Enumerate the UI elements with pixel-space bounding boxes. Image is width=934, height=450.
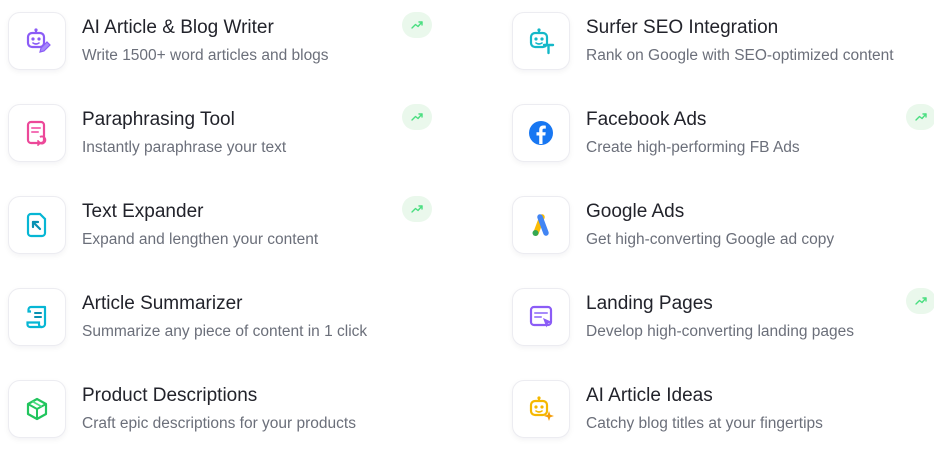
- scroll-icon-box: [8, 288, 66, 346]
- google-ads-icon: [532, 214, 549, 236]
- trending-up-icon: [411, 21, 423, 29]
- facebook-icon: [529, 121, 553, 145]
- trending-badge: [402, 104, 432, 130]
- tool-description: Write 1500+ word articles and blogs: [82, 47, 329, 64]
- robot-text-icon-box: [512, 12, 570, 70]
- tool-title: Product Descriptions: [82, 385, 258, 406]
- tool-paraphrasing-tool[interactable]: Paraphrasing Tool Instantly paraphrase y…: [0, 104, 432, 174]
- paraphrase-doc-icon-box: [8, 104, 66, 162]
- tool-surfer-seo-integration[interactable]: Surfer SEO Integration Rank on Google wi…: [504, 12, 934, 82]
- scroll-icon: [26, 305, 47, 329]
- tool-title: Google Ads: [586, 201, 685, 222]
- box-icon: [26, 397, 48, 421]
- tool-description: Create high-performing FB Ads: [586, 139, 800, 156]
- tool-google-ads[interactable]: Google Ads Get high-converting Google ad…: [504, 196, 934, 266]
- tool-description: Develop high-converting landing pages: [586, 323, 854, 340]
- tool-title: Paraphrasing Tool: [82, 109, 235, 130]
- tool-description: Rank on Google with SEO-optimized conten…: [586, 47, 894, 64]
- facebook-icon-box: [512, 104, 570, 162]
- trending-badge: [906, 288, 934, 314]
- box-icon-box: [8, 380, 66, 438]
- tool-description: Craft epic descriptions for your product…: [82, 415, 356, 432]
- tool-title: AI Article Ideas: [586, 385, 713, 406]
- expand-doc-icon-box: [8, 196, 66, 254]
- expand-doc-icon: [26, 212, 47, 238]
- robot-pen-icon-box: [8, 12, 66, 70]
- trending-up-icon: [411, 113, 423, 121]
- tools-grid: AI Article & Blog Writer Write 1500+ wor…: [0, 0, 934, 438]
- trending-badge: [906, 104, 934, 130]
- tool-title: Text Expander: [82, 201, 204, 222]
- trending-badge: [402, 196, 432, 222]
- paraphrase-doc-icon: [26, 120, 47, 146]
- tool-article-summarizer[interactable]: Article Summarizer Summarize any piece o…: [0, 288, 430, 358]
- tool-title: Surfer SEO Integration: [586, 17, 779, 38]
- tool-ai-article-ideas[interactable]: AI Article Ideas Catchy blog titles at y…: [504, 380, 934, 450]
- tool-description: Catchy blog titles at your fingertips: [586, 415, 823, 432]
- landing-page-icon-box: [512, 288, 570, 346]
- tool-landing-pages[interactable]: Landing Pages Develop high-converting la…: [504, 288, 934, 358]
- tool-title: Article Summarizer: [82, 293, 243, 314]
- tool-title: AI Article & Blog Writer: [82, 17, 274, 38]
- tool-description: Summarize any piece of content in 1 clic…: [82, 323, 368, 340]
- robot-idea-icon: [529, 396, 554, 421]
- tool-title: Facebook Ads: [586, 109, 707, 130]
- tool-description: Expand and lengthen your content: [82, 231, 319, 248]
- tool-ai-article-blog-writer[interactable]: AI Article & Blog Writer Write 1500+ wor…: [0, 12, 432, 82]
- tool-text-expander[interactable]: Text Expander Expand and lengthen your c…: [0, 196, 432, 266]
- tool-facebook-ads[interactable]: Facebook Ads Create high-performing FB A…: [504, 104, 934, 174]
- tool-title: Landing Pages: [586, 293, 713, 314]
- robot-pen-icon: [26, 28, 51, 53]
- tool-product-descriptions[interactable]: Product Descriptions Craft epic descript…: [0, 380, 430, 450]
- trending-up-icon: [915, 297, 927, 305]
- tool-description: Instantly paraphrase your text: [82, 139, 287, 156]
- google-ads-icon-box: [512, 196, 570, 254]
- robot-text-icon: [529, 28, 555, 55]
- trending-up-icon: [915, 113, 927, 121]
- landing-page-icon: [529, 305, 553, 328]
- tool-description: Get high-converting Google ad copy: [586, 231, 835, 248]
- trending-badge: [402, 12, 432, 38]
- trending-up-icon: [411, 205, 423, 213]
- robot-idea-icon-box: [512, 380, 570, 438]
